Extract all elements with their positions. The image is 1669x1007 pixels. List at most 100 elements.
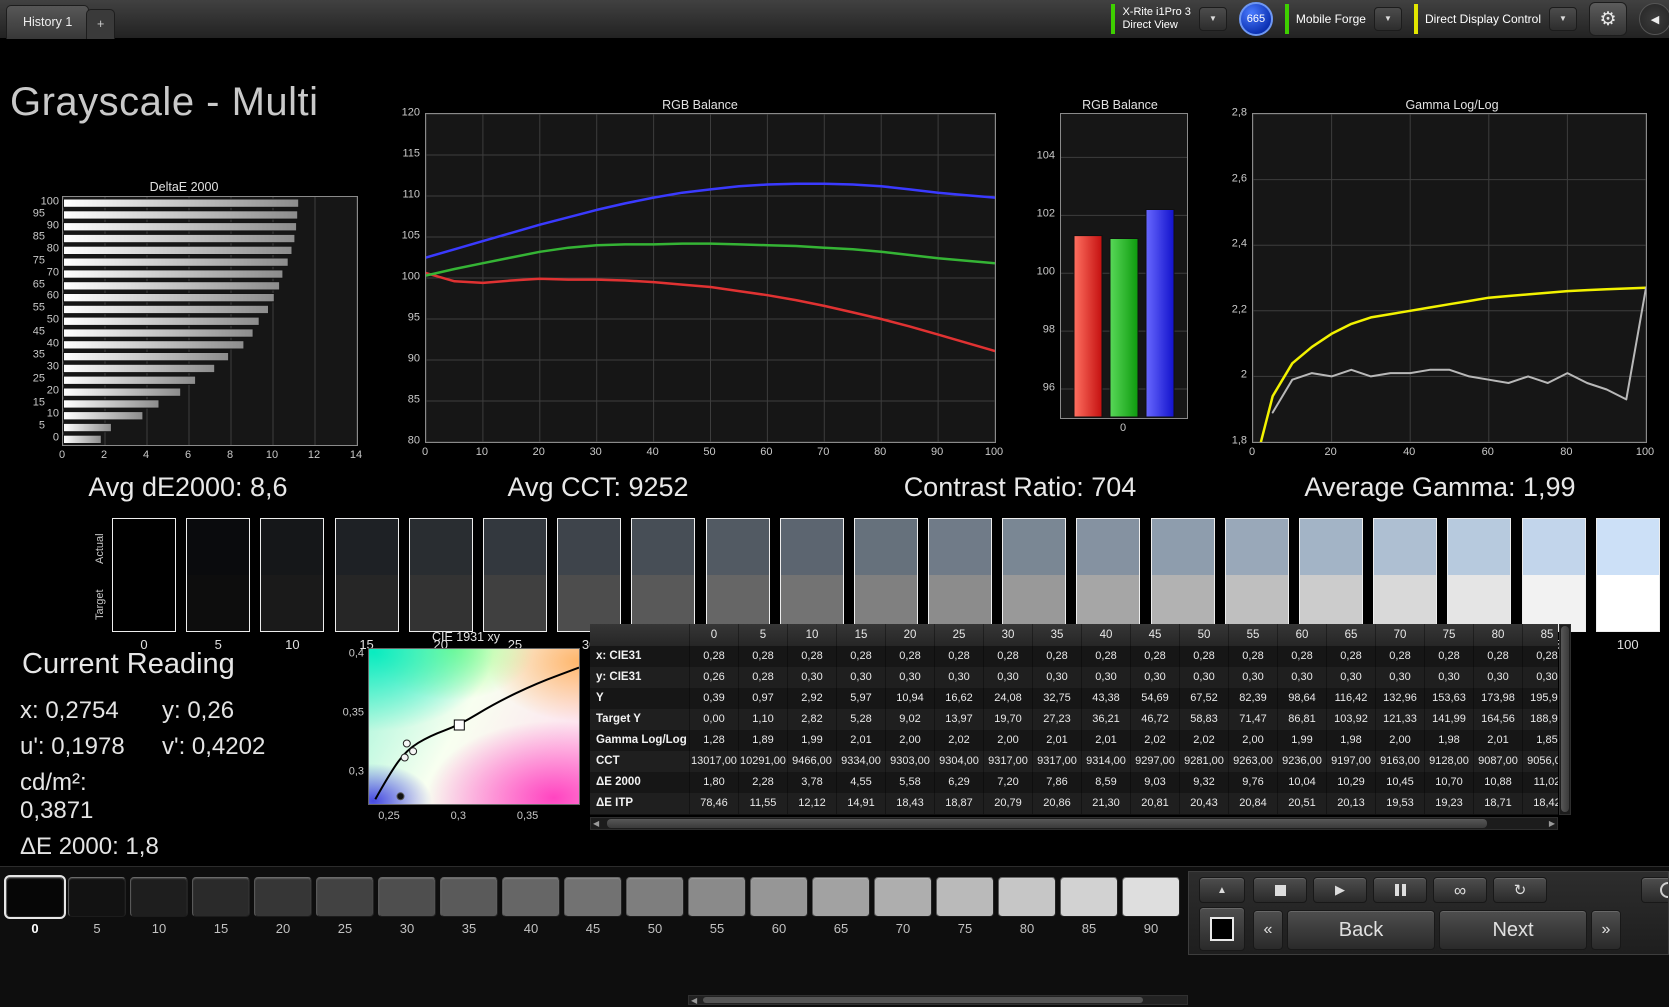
axis-tick: 80: [874, 447, 886, 458]
value-cell: 82,39: [1229, 688, 1278, 709]
patch-window-icon: [1210, 917, 1234, 941]
patch-button[interactable]: 0: [6, 877, 64, 936]
swatch-cell: 100: [1596, 518, 1660, 652]
value-cell: 2,28: [739, 772, 788, 793]
meter-selector[interactable]: X-Rite i1Pro 3 Direct View ▼: [1111, 2, 1226, 36]
value-cell: 11,55: [739, 793, 788, 814]
tab-history-1[interactable]: History 1: [6, 5, 89, 39]
next-button[interactable]: Next: [1439, 910, 1587, 950]
axis-tick: 2,4: [1232, 239, 1247, 250]
value-cell: 9056,00: [1523, 751, 1558, 772]
patch-button[interactable]: 45: [564, 877, 622, 936]
scrollbar-thumb[interactable]: [607, 819, 1487, 828]
value-cell: 20,43: [1180, 793, 1229, 814]
meter-name: X-Rite i1Pro 3: [1122, 6, 1190, 19]
column-header: 30: [984, 624, 1033, 646]
skip-back-button[interactable]: «: [1253, 910, 1283, 950]
loop-button[interactable]: ↻: [1493, 877, 1547, 903]
back-button[interactable]: Back: [1287, 910, 1435, 950]
meter-dropdown-button[interactable]: ▼: [1199, 7, 1227, 31]
patch-button[interactable]: 65: [812, 877, 870, 936]
scroll-right-icon[interactable]: ▶: [1549, 818, 1555, 829]
patch-button[interactable]: 75: [936, 877, 994, 936]
value-cell: 10,29: [1327, 772, 1376, 793]
swatch-actual: [929, 519, 991, 575]
patch-swatch: [130, 877, 188, 917]
value-cell: 13,97: [935, 709, 984, 730]
patch-button[interactable]: 60: [750, 877, 808, 936]
continuous-measure-button[interactable]: ∞: [1433, 877, 1487, 903]
patch-button[interactable]: 15: [192, 877, 250, 936]
value-cell: 9466,00: [788, 751, 837, 772]
value-cell: 10,70: [1425, 772, 1474, 793]
display-control-dropdown-button[interactable]: ▼: [1549, 7, 1577, 31]
table-horizontal-scrollbar[interactable]: ◀ ▶: [590, 817, 1558, 830]
gear-icon: ⚙: [1599, 8, 1616, 31]
play-button[interactable]: ▶: [1313, 877, 1367, 903]
display-control-selector[interactable]: Direct Display Control ▼: [1414, 2, 1577, 36]
table-vertical-scrollbar[interactable]: [1559, 624, 1571, 815]
scrollbar-thumb[interactable]: [703, 997, 1143, 1003]
axis-tick: 30: [47, 362, 59, 373]
patch-label: 25: [316, 921, 374, 936]
swatch-target: [1226, 575, 1288, 631]
value-cell: 0,30: [837, 667, 886, 688]
settings-gear-button[interactable]: ⚙: [1589, 2, 1627, 36]
patch-swatch: [1060, 877, 1118, 917]
value-cell: 1,99: [1278, 730, 1327, 751]
display-control-status-bar: [1414, 4, 1418, 34]
value-cell: 27,23: [1033, 709, 1082, 730]
scroll-left-icon[interactable]: ◀: [593, 818, 599, 829]
patch-label: 0: [6, 921, 64, 936]
patch-button[interactable]: 35: [440, 877, 498, 936]
patch-button[interactable]: 80: [998, 877, 1056, 936]
value-cell: 10,94: [886, 688, 935, 709]
source-selector[interactable]: Mobile Forge ▼: [1285, 2, 1402, 36]
arrow-left-icon: ◀: [1651, 13, 1659, 26]
axis-tick: 1,8: [1232, 436, 1247, 447]
swatch: [1299, 518, 1363, 632]
axis-tick: 0: [422, 447, 428, 458]
clipped-edge-button[interactable]: [1641, 877, 1669, 903]
patch-button[interactable]: 55: [688, 877, 746, 936]
value-cell: 9236,00: [1278, 751, 1327, 772]
scroll-up-button[interactable]: ▲: [1199, 877, 1245, 903]
patch-button[interactable]: 10: [130, 877, 188, 936]
patch-button[interactable]: 20: [254, 877, 312, 936]
pause-button[interactable]: [1373, 877, 1427, 903]
add-tab-button[interactable]: +: [86, 9, 115, 39]
patch-button[interactable]: 50: [626, 877, 684, 936]
patch-swatch: [998, 877, 1056, 917]
column-header: 35: [1033, 624, 1082, 646]
value-cell: 0,28: [1180, 646, 1229, 667]
value-cell: 9,02: [886, 709, 935, 730]
column-header: 45: [1131, 624, 1180, 646]
measurement-count-badge[interactable]: 665: [1239, 2, 1273, 36]
axis-tick: 0: [59, 450, 65, 461]
patch-button[interactable]: 40: [502, 877, 560, 936]
patch-button[interactable]: 85: [1060, 877, 1118, 936]
patch-button[interactable]: 90: [1122, 877, 1180, 936]
value-cell: 2,00: [886, 730, 935, 751]
cie-1931-chart: CIE 1931 xy 0,40,350,30,250,30,35: [338, 628, 594, 834]
patch-swatch: [192, 877, 250, 917]
value-cell: 36,21: [1082, 709, 1131, 730]
cie-overlay: [369, 649, 579, 804]
source-dropdown-button[interactable]: ▼: [1374, 7, 1402, 31]
skip-next-button[interactable]: »: [1591, 910, 1621, 950]
value-cell: 0,30: [1033, 667, 1082, 688]
patch-label: 70: [874, 921, 932, 936]
scrollbar-thumb[interactable]: [1561, 626, 1569, 812]
collapse-panel-button[interactable]: ◀: [1639, 3, 1669, 35]
patch-button[interactable]: 5: [68, 877, 126, 936]
stop-button[interactable]: [1253, 877, 1307, 903]
value-cell: 195,97: [1523, 688, 1558, 709]
patch-window-button[interactable]: [1199, 907, 1245, 951]
patch-button[interactable]: 70: [874, 877, 932, 936]
patch-button[interactable]: 30: [378, 877, 436, 936]
scroll-left-icon[interactable]: ◀: [691, 996, 697, 1005]
axis-tick: 100: [985, 447, 1003, 458]
patch-scrollbar[interactable]: ◀: [688, 995, 1188, 1005]
axis-tick: 40: [47, 338, 59, 349]
patch-button[interactable]: 25: [316, 877, 374, 936]
